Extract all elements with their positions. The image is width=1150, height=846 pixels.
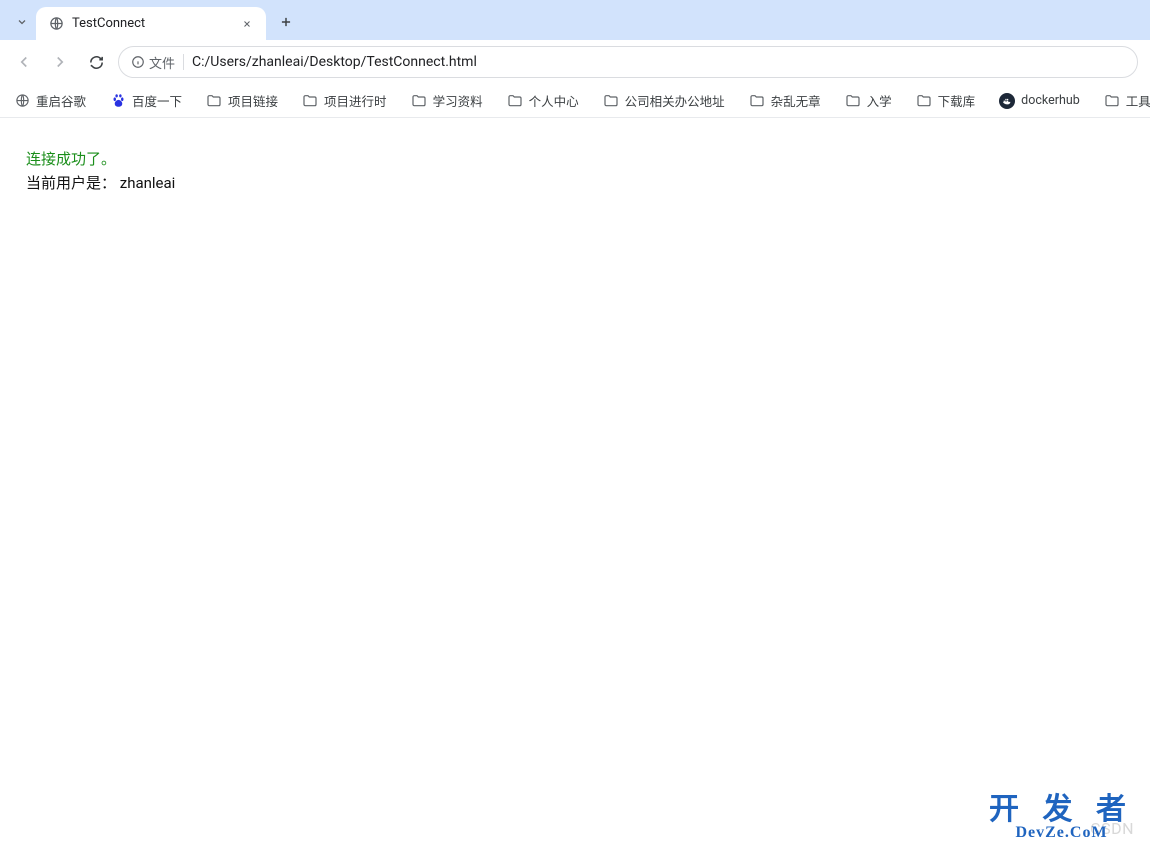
bookmark-item[interactable]: 项目链接 [202,88,282,113]
bookmark-item[interactable]: 工具 [1100,88,1150,113]
info-icon [131,55,145,69]
chip-label: 文件 [149,53,175,72]
address-bar[interactable]: 文件 C:/Users/zhanleai/Desktop/TestConnect… [118,46,1138,78]
bookmark-label: 个人中心 [529,91,579,110]
plus-icon [279,15,293,29]
url-text: C:/Users/zhanleai/Desktop/TestConnect.ht… [192,54,477,70]
page-content: 连接成功了。 当前用户是： zhanleai [0,118,1150,224]
bookmark-label: 学习资料 [433,91,483,110]
file-chip[interactable]: 文件 [131,53,175,72]
chevron-down-icon [16,16,28,28]
arrow-right-icon [51,53,69,71]
reload-button[interactable] [82,48,110,76]
browser-tab[interactable]: TestConnect [36,7,266,40]
back-button[interactable] [10,48,38,76]
folder-icon [507,93,523,109]
new-tab-button[interactable] [272,8,300,36]
bookmark-label: 工具 [1126,91,1150,110]
folder-icon [1104,93,1120,109]
tab-strip: TestConnect [0,0,1150,40]
bookmark-item[interactable]: 项目进行时 [298,88,391,113]
success-message: 连接成功了。 [26,148,1124,171]
arrow-left-icon [15,53,33,71]
folder-icon [845,93,861,109]
bookmark-item[interactable]: 百度一下 [106,88,186,113]
tabs-dropdown-button[interactable] [8,8,36,36]
bookmark-label: 下载库 [938,91,976,110]
bookmark-item[interactable]: 公司相关办公地址 [599,88,729,113]
folder-icon [206,93,222,109]
reload-icon [88,54,105,71]
current-user-line: 当前用户是： zhanleai [26,172,1124,195]
close-icon [242,19,252,29]
bookmark-label: 项目链接 [228,91,278,110]
bookmarks-bar: 重启谷歌 百度一下 项目链接 项目进行时 学习资料 个人中心 公司相关办公地址 杂乱无章 入学 下… [0,84,1150,118]
globe-icon [14,93,30,109]
folder-icon [411,93,427,109]
bookmark-label: 公司相关办公地址 [625,91,725,110]
folder-icon [603,93,619,109]
user-label: 当前用户是： [26,174,116,192]
bookmark-item[interactable]: 入学 [841,88,896,113]
baidu-icon [110,93,126,109]
bookmark-label: 入学 [867,91,892,110]
bookmark-item[interactable]: 个人中心 [503,88,583,113]
watermark-main: 开 发 者 [989,793,1134,826]
tab-close-button[interactable] [238,15,256,33]
folder-icon [302,93,318,109]
toolbar: 文件 C:/Users/zhanleai/Desktop/TestConnect… [0,40,1150,84]
folder-icon [916,93,932,109]
user-value: zhanleai [120,174,176,192]
forward-button[interactable] [46,48,74,76]
bookmark-label: 百度一下 [132,91,182,110]
bookmark-item[interactable]: 杂乱无章 [745,88,825,113]
bookmark-item[interactable]: dockerhub [995,90,1084,112]
dockerhub-icon [999,93,1015,109]
bookmark-item[interactable]: 学习资料 [407,88,487,113]
bookmark-label: dockerhub [1021,93,1080,108]
bookmark-item[interactable]: 下载库 [912,88,980,113]
bookmark-label: 杂乱无章 [771,91,821,110]
watermark-sub: DevZe.CoM [989,824,1134,842]
tab-title: TestConnect [72,16,230,31]
divider [183,54,184,70]
devze-watermark: 开 发 者 DevZe.CoM [989,784,1134,842]
globe-icon [48,16,64,32]
bookmark-item[interactable]: 重启谷歌 [10,88,90,113]
bookmark-label: 项目进行时 [324,91,387,110]
folder-icon [749,93,765,109]
bookmark-label: 重启谷歌 [36,91,86,110]
